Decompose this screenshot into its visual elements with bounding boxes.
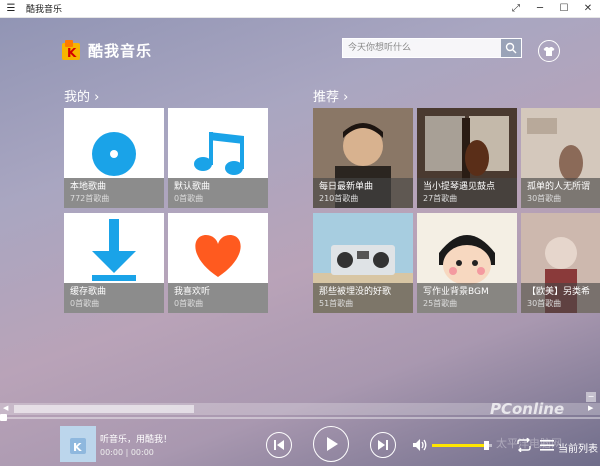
- tile-cached-songs[interactable]: 缓存歌曲 0首歌曲: [64, 213, 164, 313]
- tile-local-songs[interactable]: 本地歌曲 772首歌曲: [64, 108, 164, 208]
- scroll-minimize-icon[interactable]: −: [586, 392, 596, 402]
- tile-lonely-person[interactable]: 孤单的人无所谓 30首歌曲: [521, 108, 600, 208]
- tile-count: 0首歌曲: [174, 194, 204, 203]
- next-button[interactable]: [370, 432, 396, 458]
- tile-western-alternative[interactable]: 【欧美】另类希 30首歌曲: [521, 213, 600, 313]
- window-titlebar: ☰ 酷我音乐 ⤢ ─ ☐ ✕: [0, 0, 600, 18]
- play-icon: [327, 437, 338, 451]
- previous-track-icon: [274, 440, 284, 450]
- search-box: [342, 38, 522, 58]
- tile-count: 210首歌曲: [319, 194, 359, 203]
- tile-count: 772首歌曲: [70, 194, 110, 203]
- playback-time: 00:00 | 00:00: [100, 448, 154, 457]
- tile-count: 0首歌曲: [70, 299, 100, 308]
- volume-slider[interactable]: [432, 441, 492, 450]
- scrollbar-thumb[interactable]: [14, 405, 194, 413]
- maximize-button[interactable]: ☐: [552, 3, 576, 14]
- search-icon: [505, 42, 517, 54]
- tile-favorite-songs[interactable]: 我喜欢听 0首歌曲: [168, 213, 268, 313]
- tile-name: 默认歌曲: [174, 182, 211, 192]
- search-button[interactable]: [501, 39, 521, 57]
- now-playing-title: 听音乐，用酷我！: [100, 435, 173, 445]
- minimize-button[interactable]: ─: [528, 3, 552, 14]
- svg-text:K: K: [67, 46, 77, 60]
- next-track-icon: [378, 440, 388, 450]
- logo-text: 酷我音乐: [88, 41, 153, 60]
- tile-name: 每日最新单曲: [319, 182, 374, 192]
- playlist-label[interactable]: 当前列表: [558, 440, 598, 455]
- tile-count: 30首歌曲: [527, 299, 562, 308]
- tile-homework-bgm[interactable]: 写作业背景BGM 25首歌曲: [417, 213, 517, 313]
- kuwo-cover-icon: K: [60, 426, 96, 462]
- svg-text:K: K: [73, 441, 82, 454]
- tile-count: 27首歌曲: [423, 194, 458, 203]
- tile-name: 孤单的人无所谓: [527, 182, 591, 192]
- hamburger-menu-icon[interactable]: ☰: [0, 3, 22, 14]
- kuwo-logo-icon: K: [62, 40, 80, 60]
- watermark-subtext: 太平洋电脑网: [496, 437, 562, 450]
- tile-buried-songs[interactable]: 那些被埋没的好歌 51首歌曲: [313, 213, 413, 313]
- tile-count: 30首歌曲: [527, 194, 562, 203]
- tile-name: 那些被埋没的好歌: [319, 287, 392, 297]
- volume-knob[interactable]: [484, 441, 489, 450]
- fullscreen-icon[interactable]: ⤢: [504, 3, 528, 14]
- app-logo: K 酷我音乐: [60, 38, 152, 62]
- volume-icon[interactable]: [412, 438, 428, 452]
- my-section-title[interactable]: 我的 ›: [64, 86, 99, 105]
- tile-count: 51首歌曲: [319, 299, 354, 308]
- volume-fill: [432, 444, 486, 447]
- tile-name: 缓存歌曲: [70, 287, 107, 297]
- watermark-text: PConline: [490, 400, 565, 418]
- tile-name: 写作业背景BGM: [423, 287, 489, 297]
- album-cover[interactable]: K: [60, 426, 96, 462]
- tile-name: 本地歌曲: [70, 182, 107, 192]
- skin-button[interactable]: [538, 40, 560, 62]
- tile-count: 0首歌曲: [174, 299, 204, 308]
- recommend-section-title[interactable]: 推荐 ›: [313, 86, 348, 105]
- play-button[interactable]: [313, 426, 349, 462]
- tile-default-songs[interactable]: 默认歌曲 0首歌曲: [168, 108, 268, 208]
- tile-daily-new[interactable]: 每日最新单曲 210首歌曲: [313, 108, 413, 208]
- tile-name: 【欧美】另类希: [527, 287, 591, 297]
- tile-violin-drums[interactable]: 当小提琴遇见鼓点 27首歌曲: [417, 108, 517, 208]
- scroll-left-icon[interactable]: ◀: [3, 404, 8, 412]
- close-button[interactable]: ✕: [576, 3, 600, 14]
- previous-button[interactable]: [266, 432, 292, 458]
- tile-name: 当小提琴遇见鼓点: [423, 182, 496, 192]
- window-title: 酷我音乐: [26, 5, 63, 15]
- tile-count: 25首歌曲: [423, 299, 458, 308]
- tile-name: 我喜欢听: [174, 287, 211, 297]
- scroll-right-icon[interactable]: ▶: [588, 404, 593, 412]
- search-input[interactable]: [343, 39, 501, 57]
- tshirt-icon: [543, 46, 555, 56]
